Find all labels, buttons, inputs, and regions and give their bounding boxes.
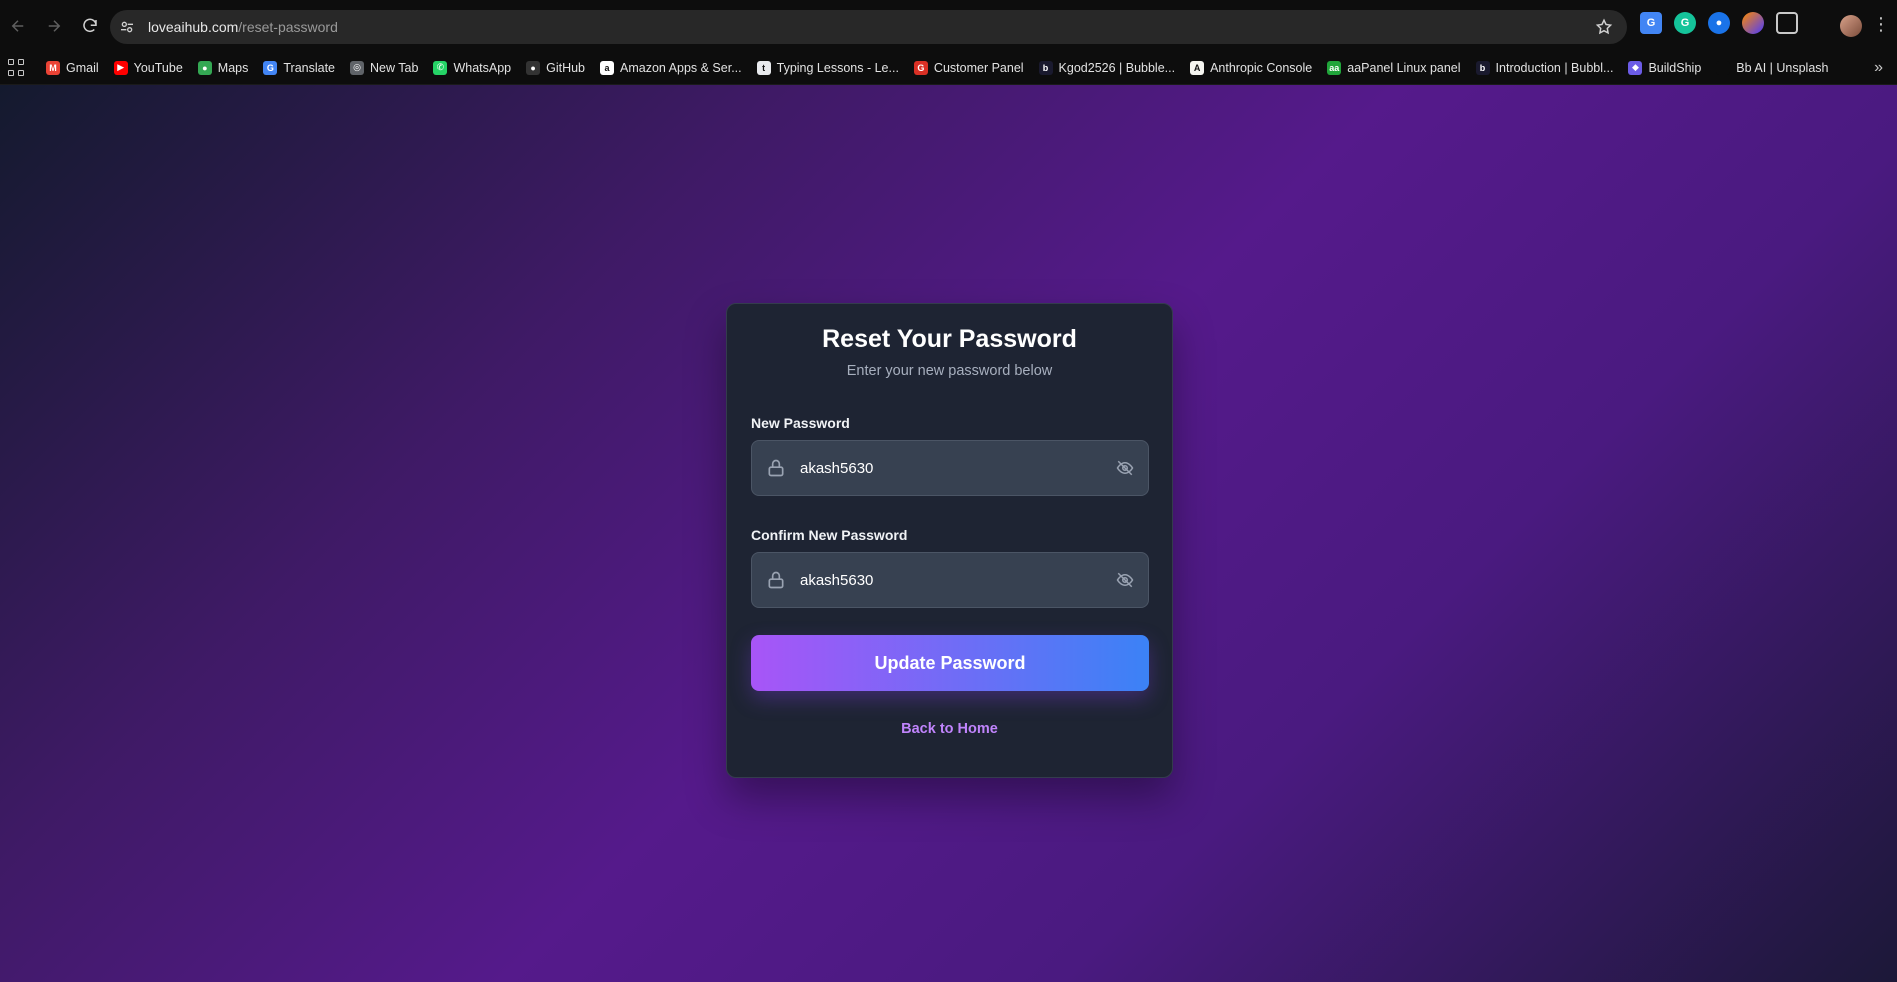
url-path: /reset-password bbox=[238, 19, 338, 35]
url-text: loveaihub.com/reset-password bbox=[148, 19, 338, 35]
bookmark-item[interactable]: ● GitHub bbox=[526, 60, 586, 75]
bookmark-label: Amazon Apps & Ser... bbox=[620, 60, 742, 75]
bubble-icon: b bbox=[1475, 60, 1490, 75]
bookmark-label: Introduction | Bubbl... bbox=[1495, 60, 1614, 75]
card-title: Reset Your Password bbox=[822, 325, 1077, 353]
address-bar[interactable]: loveaihub.com/reset-password bbox=[110, 10, 1627, 44]
more-bookmarks-icon[interactable]: » bbox=[1874, 59, 1883, 77]
bookmark-item[interactable]: t Typing Lessons - Le... bbox=[756, 60, 899, 75]
update-password-button[interactable]: Update Password bbox=[751, 635, 1149, 691]
bookmark-item[interactable]: b Introduction | Bubbl... bbox=[1475, 60, 1614, 75]
bookmark-label: Kgod2526 | Bubble... bbox=[1058, 60, 1176, 75]
customer-panel-icon: G bbox=[913, 60, 928, 75]
github-icon: ● bbox=[526, 60, 541, 75]
maps-icon: ● bbox=[197, 60, 212, 75]
google-translate-ext-icon[interactable]: G bbox=[1640, 12, 1662, 34]
whatsapp-icon: ✆ bbox=[433, 60, 448, 75]
eye-off-icon[interactable] bbox=[1116, 571, 1134, 589]
confirm-password-input[interactable] bbox=[800, 553, 1100, 607]
confirm-password-field[interactable] bbox=[751, 552, 1149, 608]
bookmark-label: Customer Panel bbox=[933, 60, 1024, 75]
eye-off-icon[interactable] bbox=[1116, 459, 1134, 477]
gmail-icon: M bbox=[46, 60, 60, 75]
bookmark-label: Gmail bbox=[66, 60, 99, 75]
bookmark-label: WhatsApp bbox=[453, 60, 512, 75]
page-background: Reset Your Password Enter your new passw… bbox=[0, 85, 1897, 982]
youtube-icon: ▶ bbox=[113, 60, 128, 75]
reload-icon[interactable] bbox=[72, 8, 108, 44]
extension-blue-icon[interactable]: ● bbox=[1708, 12, 1730, 34]
bookmark-label: GitHub bbox=[546, 60, 586, 75]
bookmark-label: Anthropic Console bbox=[1210, 60, 1313, 75]
confirm-password-label: Confirm New Password bbox=[751, 527, 908, 543]
bookmark-label: Typing Lessons - Le... bbox=[776, 60, 899, 75]
browser-menu-icon[interactable]: ⋮ bbox=[1872, 15, 1890, 33]
extensions-puzzle-icon[interactable] bbox=[1776, 12, 1798, 34]
aapanel-icon: aa bbox=[1327, 60, 1342, 75]
bookmark-label: Maps bbox=[217, 60, 249, 75]
browser-toolbar: loveaihub.com/reset-password G G ● ⋮ bbox=[0, 0, 1897, 51]
bookmark-label: New Tab bbox=[370, 60, 419, 75]
back-arrow-icon[interactable] bbox=[0, 8, 36, 44]
bookmark-label: Translate bbox=[283, 60, 336, 75]
bookmark-item[interactable]: b Kgod2526 | Bubble... bbox=[1038, 60, 1176, 75]
bookmark-label: Bb AI | Unsplash bbox=[1736, 60, 1829, 75]
bookmark-item[interactable]: G Translate bbox=[263, 60, 336, 75]
translate-icon: G bbox=[263, 60, 278, 75]
card-subtitle: Enter your new password below bbox=[846, 363, 1053, 379]
globe-icon: ◎ bbox=[350, 60, 365, 75]
bookmark-label: aaPanel Linux panel bbox=[1347, 60, 1461, 75]
bookmark-list: M Gmail ▶ YouTube ● Maps G Translate ◎ New Tab ✆ Wh… bbox=[46, 60, 1843, 75]
forward-arrow-icon[interactable] bbox=[36, 8, 72, 44]
extension-orange-icon[interactable] bbox=[1742, 12, 1764, 34]
bookmark-item[interactable]: ● Maps bbox=[197, 60, 249, 75]
bookmark-item[interactable]: ◎ New Tab bbox=[350, 60, 419, 75]
bookmark-item[interactable]: a Amazon Apps & Ser... bbox=[600, 60, 742, 75]
back-to-home-link[interactable]: Back to Home bbox=[727, 721, 1172, 737]
bookmark-item[interactable]: ✆ WhatsApp bbox=[433, 60, 512, 75]
bubble-icon: b bbox=[1038, 60, 1053, 75]
lock-icon bbox=[768, 459, 784, 477]
profile-avatar[interactable] bbox=[1840, 15, 1862, 37]
bookmark-item[interactable]: G Customer Panel bbox=[913, 60, 1024, 75]
amazon-icon: a bbox=[600, 60, 615, 75]
bookmark-item[interactable]: ◆ BuildShip bbox=[1628, 60, 1702, 75]
bookmark-item[interactable]: aa aaPanel Linux panel bbox=[1327, 60, 1461, 75]
reset-password-card: Reset Your Password Enter your new passw… bbox=[726, 303, 1173, 778]
new-password-label: New Password bbox=[751, 415, 850, 431]
bookmark-label: YouTube bbox=[133, 60, 183, 75]
bookmark-item[interactable]: A Anthropic Console bbox=[1190, 60, 1313, 75]
anthropic-icon: A bbox=[1190, 60, 1205, 75]
bookmark-star-icon[interactable] bbox=[1595, 18, 1613, 36]
new-password-input[interactable] bbox=[800, 441, 1100, 495]
typing-icon: t bbox=[756, 60, 771, 75]
bookmark-item[interactable]: M Gmail bbox=[46, 60, 99, 75]
bookmarks-bar: M Gmail ▶ YouTube ● Maps G Translate ◎ New Tab ✆ Wh… bbox=[0, 51, 1897, 85]
buildship-icon: ◆ bbox=[1628, 60, 1643, 75]
unsplash-icon bbox=[1716, 60, 1731, 75]
extensions-row: G G ● bbox=[1640, 12, 1798, 34]
lock-icon bbox=[768, 571, 784, 589]
new-password-field[interactable] bbox=[751, 440, 1149, 496]
bookmark-item[interactable]: Bb AI | Unsplash bbox=[1716, 60, 1829, 75]
url-host: loveaihub.com bbox=[148, 19, 239, 35]
site-settings-icon[interactable] bbox=[110, 10, 144, 44]
bookmark-label: BuildShip bbox=[1648, 60, 1702, 75]
grammarly-ext-icon[interactable]: G bbox=[1674, 12, 1696, 34]
bookmark-item[interactable]: ▶ YouTube bbox=[113, 60, 183, 75]
apps-grid-icon[interactable] bbox=[8, 58, 26, 77]
